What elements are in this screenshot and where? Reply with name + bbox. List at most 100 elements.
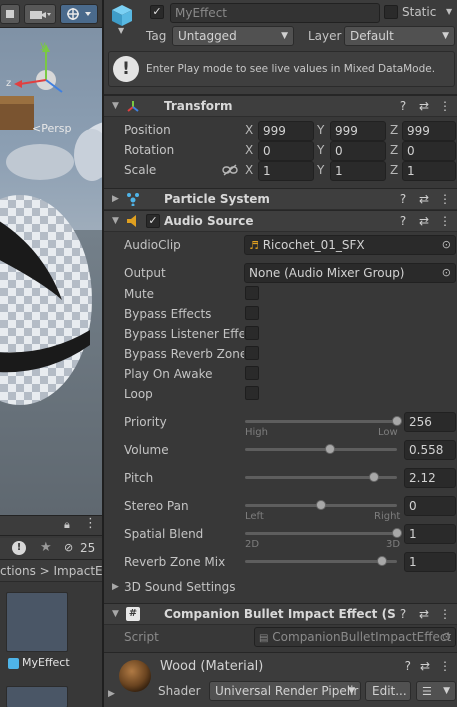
bypass-listener-label: Bypass Listener Effec	[124, 327, 244, 341]
object-picker-icon[interactable]: ⊙	[442, 264, 451, 282]
presets-icon[interactable]: ⇄	[418, 99, 430, 113]
name-field[interactable]: MyEffect	[170, 3, 380, 23]
fold-open-icon[interactable]: ▼	[112, 216, 119, 226]
priority-value-field[interactable]: 256	[404, 412, 456, 432]
asset-thumbnail[interactable]	[6, 592, 68, 652]
more-menu-icon[interactable]: ⋮	[439, 607, 451, 621]
asset-thumbnail-2[interactable]	[6, 686, 68, 707]
component-actions: ? ⇄ ⋮	[397, 192, 451, 206]
output-field[interactable]: None (Audio Mixer Group) ⊙	[244, 263, 456, 283]
more-menu-icon[interactable]: ⋮	[439, 99, 451, 113]
presets-icon[interactable]: ⇄	[418, 607, 430, 621]
reverb-zone-mix-slider-track[interactable]	[245, 560, 397, 563]
scale-y-field[interactable]: 1	[330, 161, 386, 181]
shader-dropdown[interactable]: Universal Render Pipelir ▼	[209, 681, 361, 701]
persp-label[interactable]: <Persp	[32, 122, 71, 135]
icon-dropdown-icon[interactable]: ▼	[118, 26, 124, 35]
fold-open-icon[interactable]: ▼	[112, 609, 119, 619]
mute-checkbox[interactable]	[245, 286, 259, 300]
loop-checkbox[interactable]	[245, 386, 259, 400]
fold-open-icon[interactable]: ▼	[112, 101, 119, 111]
asset-item[interactable]: MyEffect	[6, 656, 102, 672]
audio-source-header[interactable]: ▼ ✓ Audio Source ? ⇄ ⋮	[104, 210, 457, 232]
spatial-blend-label: Spatial Blend	[124, 527, 204, 541]
help-icon[interactable]: ?	[397, 99, 409, 113]
priority-slider-track[interactable]	[245, 420, 397, 423]
shader-options-dropdown[interactable]: ☰ ▼	[416, 681, 456, 701]
layer-dropdown[interactable]: Default ▼	[344, 26, 455, 46]
project-toolbar: ! ★ ⊘ 25	[0, 538, 102, 560]
scale-z-field[interactable]: 1	[402, 161, 456, 181]
pitch-value-field[interactable]: 2.12	[404, 468, 456, 488]
breadcrumb[interactable]: ctions > ImpactEffe	[0, 560, 102, 582]
axis-y-label: Y	[317, 163, 325, 177]
bypass-effects-checkbox[interactable]	[245, 306, 259, 320]
scale-x-field[interactable]: 1	[258, 161, 314, 181]
audio-source-enabled-checkbox[interactable]: ✓	[146, 214, 160, 228]
spatial-blend-value-field[interactable]: 1	[404, 524, 456, 544]
material-header[interactable]: ▶ Wood (Material) Shader Universal Rende…	[104, 652, 457, 707]
reverb-zone-mix-slider-handle[interactable]	[376, 556, 387, 566]
static-checkbox[interactable]	[384, 5, 398, 19]
tag-dropdown[interactable]: Untagged ▼	[172, 26, 294, 46]
rotation-x-field[interactable]: 0	[258, 141, 314, 161]
svg-text:y: y	[40, 40, 46, 51]
position-x-field[interactable]: 999	[258, 121, 314, 141]
particle-system-header[interactable]: ▶ Particle System ? ⇄ ⋮	[104, 188, 457, 210]
favorite-star-icon[interactable]: ★	[40, 540, 52, 555]
more-menu-icon[interactable]: ⋮	[439, 214, 451, 228]
presets-icon[interactable]: ⇄	[420, 659, 430, 673]
fold-closed-icon[interactable]: ▶	[112, 194, 119, 204]
object-picker-icon: ⊙	[441, 630, 451, 643]
reverb-zone-mix-value-field[interactable]: 1	[404, 552, 456, 572]
hidden-packages-icon[interactable]: ⊘	[64, 541, 73, 554]
more-menu-icon[interactable]: ⋮	[439, 192, 451, 206]
bypass-listener-checkbox[interactable]	[245, 326, 259, 340]
component-title: Transform	[164, 99, 233, 113]
more-menu-icon[interactable]: ⋮	[439, 659, 451, 673]
scene-view[interactable]: y z <Persp	[0, 0, 102, 515]
hand-tool-icon[interactable]	[0, 4, 20, 24]
lock-icon[interactable]: 🔒︎	[64, 518, 70, 532]
camera-icon[interactable]	[24, 4, 56, 24]
spatial-blend-slider-handle[interactable]	[392, 528, 402, 538]
help-icon[interactable]: ?	[405, 659, 411, 673]
stereo-pan-slider-handle[interactable]	[316, 500, 326, 510]
help-icon[interactable]: ?	[397, 607, 409, 621]
spatial-blend-slider-track[interactable]	[245, 532, 397, 535]
help-icon[interactable]: ?	[397, 214, 409, 228]
object-picker-icon[interactable]: ⊙	[442, 236, 451, 254]
active-checkbox[interactable]: ✓	[150, 5, 164, 19]
volume-slider-handle[interactable]	[324, 444, 335, 454]
priority-slider-handle[interactable]	[392, 416, 402, 426]
chevron-down-icon: ▼	[442, 31, 449, 41]
gizmo-icon[interactable]	[60, 4, 98, 24]
help-box: ! Enter Play mode to see live values in …	[108, 51, 455, 87]
3d-sound-settings-foldout[interactable]: ▶ 3D Sound Settings	[112, 580, 412, 596]
audio-clip-field[interactable]: ♬ Ricochet_01_SFX ⊙	[244, 235, 456, 255]
presets-icon[interactable]: ⇄	[418, 214, 430, 228]
pitch-slider-handle[interactable]	[369, 472, 380, 482]
presets-icon[interactable]: ⇄	[418, 192, 430, 206]
script-component-header[interactable]: ▼ # Companion Bullet Impact Effect (Scri…	[104, 603, 457, 625]
shader-edit-button[interactable]: Edit...	[365, 681, 411, 701]
transform-header[interactable]: ▼ Transform ? ⇄ ⋮	[104, 95, 457, 117]
fold-closed-icon[interactable]: ▶	[108, 689, 115, 699]
static-dropdown-icon[interactable]: ▼	[446, 7, 452, 16]
stereo-pan-value-field[interactable]: 0	[404, 496, 456, 516]
volume-slider-track[interactable]	[245, 448, 397, 451]
more-menu-icon[interactable]: ⋮	[84, 516, 97, 531]
rotation-y-field[interactable]: 0	[330, 141, 386, 161]
help-icon[interactable]: ?	[397, 192, 409, 206]
priority-max-label: Low	[378, 427, 398, 438]
position-y-field[interactable]: 999	[330, 121, 386, 141]
tag-label: Tag	[146, 29, 167, 43]
constrain-proportions-icon[interactable]	[222, 164, 238, 176]
component-actions: ? ⇄ ⋮	[397, 214, 451, 228]
play-on-awake-checkbox[interactable]	[245, 366, 259, 380]
rotation-z-field[interactable]: 0	[402, 141, 456, 161]
position-z-field[interactable]: 999	[402, 121, 456, 141]
bypass-reverb-checkbox[interactable]	[245, 346, 259, 360]
volume-value-field[interactable]: 0.558	[404, 440, 456, 460]
error-filter-icon[interactable]: !	[12, 541, 26, 555]
